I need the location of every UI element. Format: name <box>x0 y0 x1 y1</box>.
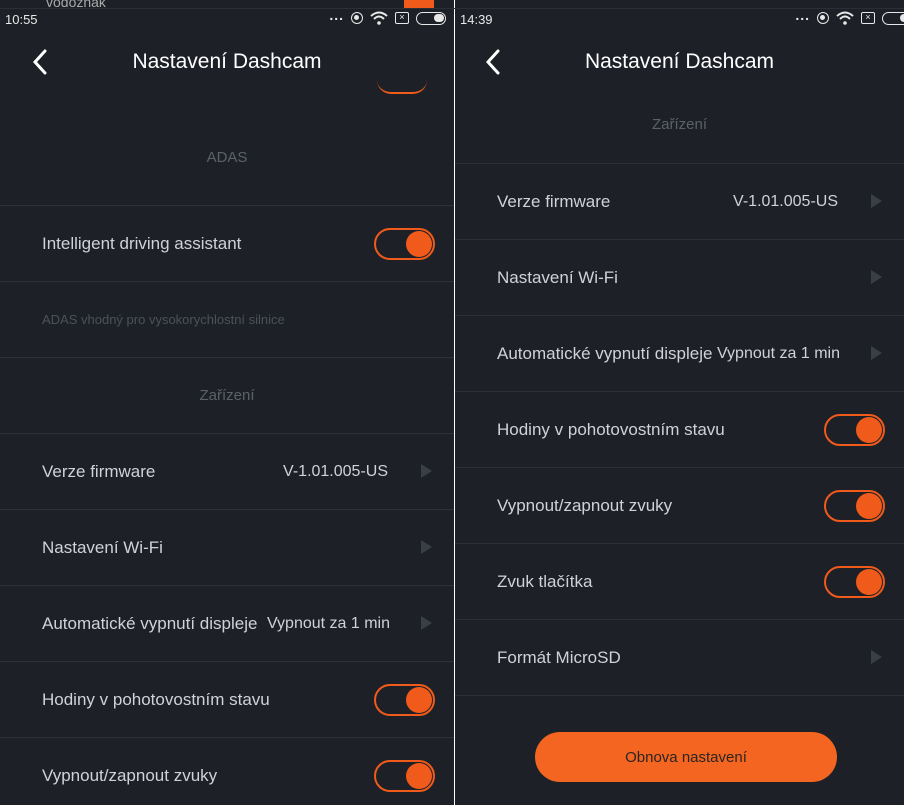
frame-line <box>0 8 904 9</box>
sim-icon: × <box>861 12 875 24</box>
toggle-knob <box>406 687 432 713</box>
toggle-knob <box>856 569 882 595</box>
partial-toggle[interactable] <box>377 78 427 94</box>
chevron-right-icon <box>421 540 432 554</box>
row-label: Vypnout/zapnout zvuky <box>42 766 218 785</box>
row-label: Automatické vypnutí displeje <box>42 614 258 633</box>
row-value: Vypnout za 1 min <box>716 345 840 362</box>
toggle-button-sound[interactable] <box>824 566 885 598</box>
page-title: Nastavení Dashcam <box>584 50 775 73</box>
battery-icon <box>882 11 904 25</box>
row-format-microsd[interactable]: Formát MicroSD <box>455 620 904 696</box>
chevron-right-icon <box>871 650 882 664</box>
chevron-right-icon <box>871 346 882 360</box>
status-icons: ... × <box>329 7 446 25</box>
chevron-right-icon <box>871 194 882 208</box>
toggle-sounds[interactable] <box>824 490 885 522</box>
row-label: Intelligent driving assistant <box>42 234 242 253</box>
row-label: Nastavení Wi-Fi <box>497 268 618 287</box>
row-intelligent-driving-assistant[interactable]: Intelligent driving assistant <box>0 206 454 282</box>
status-time: 14:39 <box>460 12 493 27</box>
row-label: Nastavení Wi-Fi <box>42 538 163 557</box>
dots-icon: ... <box>795 7 810 23</box>
toggle-knob <box>856 417 882 443</box>
row-firmware[interactable]: Verze firmware V-1.01.005-US <box>455 164 904 240</box>
row-sounds[interactable]: Vypnout/zapnout zvuky <box>455 468 904 544</box>
section-device: Zařízení <box>0 358 454 434</box>
sim-icon: × <box>395 12 409 24</box>
row-wifi[interactable]: Nastavení Wi-Fi <box>0 510 454 586</box>
row-label: Formát MicroSD <box>497 648 621 667</box>
toggle-knob <box>856 493 882 519</box>
row-standby-clock[interactable]: Hodiny v pohotovostním stavu <box>0 662 454 738</box>
toggle-standby-clock[interactable] <box>824 414 885 446</box>
settings-list: ADAS Intelligent driving assistant ADAS … <box>0 86 454 805</box>
chevron-right-icon <box>871 270 882 284</box>
chevron-right-icon <box>421 616 432 630</box>
settings-list: Zařízení Verze firmware V-1.01.005-US Na… <box>455 86 904 805</box>
battery-icon <box>416 11 446 25</box>
toggle-ida[interactable] <box>374 228 435 260</box>
row-value: V-1.01.005-US <box>283 463 388 480</box>
section-adas: ADAS <box>0 110 454 206</box>
toggle-knob <box>406 763 432 789</box>
wifi-icon <box>836 11 854 25</box>
wifi-icon <box>370 11 388 25</box>
hotspot-icon <box>817 12 829 24</box>
adas-note: ADAS vhodný pro vysokorychlostní silnice <box>0 282 454 358</box>
page-title: Nastavení Dashcam <box>132 50 322 73</box>
row-firmware[interactable]: Verze firmware V-1.01.005-US <box>0 434 454 510</box>
row-standby-clock[interactable]: Hodiny v pohotovostním stavu <box>455 392 904 468</box>
chevron-right-icon <box>421 464 432 478</box>
reset-settings-button[interactable]: Obnova nastavení <box>535 732 837 782</box>
row-auto-off[interactable]: Automatické vypnutí displeje Vypnout za … <box>455 316 904 392</box>
status-bar: 14:39 ... × <box>455 7 904 33</box>
row-label: Vypnout/zapnout zvuky <box>497 496 673 515</box>
toggle-sounds[interactable] <box>374 760 435 792</box>
status-icons: ... × <box>795 7 904 25</box>
status-time: 10:55 <box>5 12 38 27</box>
row-button-sound[interactable]: Zvuk tlačítka <box>455 544 904 620</box>
reset-button-area: Obnova nastavení <box>455 696 904 805</box>
section-device: Zařízení <box>455 86 904 164</box>
hotspot-icon <box>351 12 363 24</box>
row-auto-off[interactable]: Automatické vypnutí displeje Vypnout za … <box>0 586 454 662</box>
toggle-standby-clock[interactable] <box>374 684 435 716</box>
screen-right: 14:39 ... × Nastavení Dashcam Zařízení V… <box>455 0 904 805</box>
row-label: Verze firmware <box>42 462 156 481</box>
partial-toggle-row <box>0 86 454 110</box>
status-bar: 10:55 ... × <box>0 7 454 33</box>
row-label: Hodiny v pohotovostním stavu <box>42 690 270 709</box>
row-label: Automatické vypnutí displeje <box>497 344 713 363</box>
row-value: V-1.01.005-US <box>733 193 838 210</box>
row-sounds[interactable]: Vypnout/zapnout zvuky <box>0 738 454 805</box>
row-wifi[interactable]: Nastavení Wi-Fi <box>455 240 904 316</box>
row-label: Hodiny v pohotovostním stavu <box>497 420 725 439</box>
row-label: Zvuk tlačítka <box>497 572 593 591</box>
dots-icon: ... <box>329 7 344 23</box>
top-bar: Nastavení Dashcam <box>455 40 904 84</box>
row-label: Verze firmware <box>497 192 611 211</box>
toggle-knob <box>406 231 432 257</box>
row-value: Vypnout za 1 min <box>266 615 390 632</box>
screen-left: vodoznak 10:55 ... × Nastavení Dashcam A… <box>0 0 454 805</box>
